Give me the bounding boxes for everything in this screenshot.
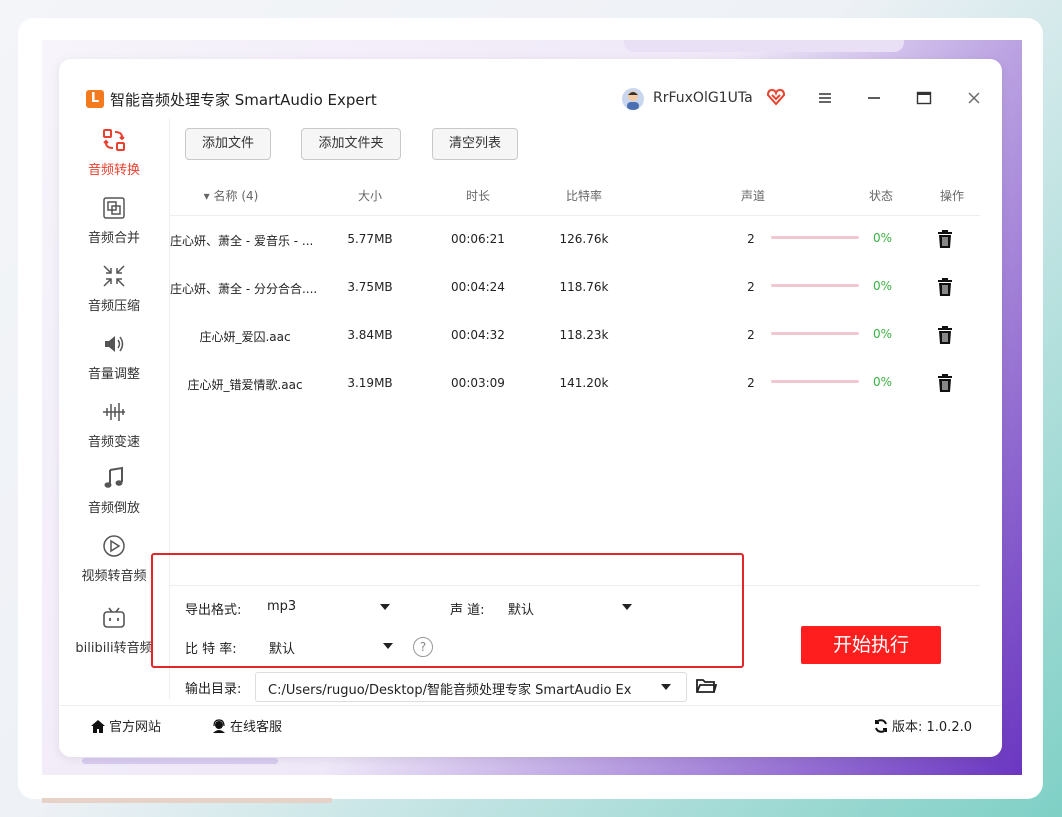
sidebar-item-audio-compress[interactable]: 音频压缩 [59,263,169,327]
file-duration: 00:04:32 [451,328,505,342]
file-name: 庄心妍_爱囚.aac [199,330,291,344]
refresh-icon [875,719,887,733]
bilibili-icon [103,607,125,628]
official-website-label: 官方网站 [109,720,162,735]
start-button[interactable]: 开始执行 [801,626,941,664]
sidebar-item-audio-reverse[interactable]: 音频倒放 [59,465,169,529]
background-decoration-bar [42,798,332,803]
close-icon[interactable] [965,89,983,107]
minimize-icon[interactable] [865,89,883,107]
file-duration: 00:03:09 [451,376,505,390]
sidebar-item-audio-convert[interactable]: 音频转换 [59,127,169,191]
sidebar-item-label: 音频变速 [87,435,140,450]
compress-icon [103,265,125,287]
chevron-down-icon[interactable] [661,684,671,690]
column-header-action: 操作 [939,189,964,203]
sidebar-item-label: 音量调整 [87,367,140,382]
home-icon [91,720,105,733]
trash-icon[interactable] [936,229,954,249]
file-name: 庄心妍_错爱情歌.aac [187,378,303,392]
add-folder-button[interactable]: 添加文件夹 [301,128,401,160]
file-channel: 2 [747,232,755,246]
table-row[interactable]: 庄心妍、萧全 - 爱音乐 - ... 5.77MB 00:06:21 126.7… [170,216,980,264]
output-path[interactable]: C:/Users/ruguo/Desktop/智能音频处理专家 SmartAud… [268,679,648,698]
column-header-bitrate: 比特率 [565,189,602,203]
clear-list-button[interactable]: 清空列表 [432,128,518,160]
version-info[interactable]: 版本: 1.0.2.0 [873,716,972,735]
file-bitrate: 141.20k [559,376,609,390]
trash-icon[interactable] [936,277,954,297]
folder-icon[interactable] [695,676,717,696]
app-title: 智能音频处理专家 SmartAudio Expert [110,91,377,109]
sidebar-item-audio-merge[interactable]: 音频合并 [59,195,169,259]
progress-percent: 0% [873,327,893,341]
avatar[interactable] [622,88,644,110]
column-header-duration: 时长 [465,189,490,203]
volume-icon [105,336,124,352]
app-logo: L [86,90,104,108]
video-to-audio-icon [103,535,125,557]
table-row[interactable]: 庄心妍、萧全 - 分分合合.... 3.75MB 00:04:24 118.76… [170,264,980,312]
progress-bar [771,284,859,287]
reverse-icon [104,466,123,488]
file-channel: 2 [747,328,755,342]
vip-heart-icon[interactable] [766,87,786,107]
menu-icon[interactable] [816,89,834,107]
sidebar-item-label: 音频倒放 [87,501,140,516]
trash-icon[interactable] [936,325,954,345]
highlight-box [151,553,744,668]
merge-icon [103,197,125,219]
convert-icon [103,129,125,151]
column-header-size: 大小 [357,189,382,203]
progress-percent: 0% [873,279,893,293]
trash-icon[interactable] [936,373,954,393]
file-channel: 2 [747,280,755,294]
sidebar-item-label: 音频合并 [87,231,140,246]
maximize-icon[interactable] [915,89,933,107]
table-row[interactable]: 庄心妍_错爱情歌.aac 3.19MB 00:03:09 141.20k 2 0… [170,360,980,408]
version-label: 版本: 1.0.2.0 [892,720,972,735]
progress-percent: 0% [873,231,893,245]
table-row[interactable]: 庄心妍_爱囚.aac 3.84MB 00:04:32 118.23k 2 0% [170,312,980,360]
background-decoration [624,40,904,52]
output-label: 输出目录: [185,682,242,697]
file-size: 5.77MB [347,232,393,246]
output-path-select[interactable]: C:/Users/ruguo/Desktop/智能音频处理专家 SmartAud… [255,672,687,702]
file-bitrate: 118.76k [559,280,609,294]
footer: 官方网站 在线客服 版本: 1.0.2.0 [59,705,1002,746]
add-file-button[interactable]: 添加文件 [185,128,271,160]
file-bitrate: 126.76k [559,232,609,246]
background-decoration-bar [82,758,278,764]
sidebar-item-volume-adjust[interactable]: 音量调整 [59,331,169,395]
user-name[interactable]: RrFuxOlG1UTa [653,90,753,106]
support-agent-icon [213,719,225,733]
sidebar-item-label: 音频压缩 [87,299,140,314]
file-size: 3.75MB [347,280,393,294]
speed-icon [103,403,125,421]
column-header-channel-text: 声道 [740,189,765,203]
sidebar-item-label: 音频转换 [87,163,140,178]
file-size: 3.84MB [347,328,393,342]
file-name: 庄心妍、萧全 - 爱音乐 - ... [170,234,314,248]
file-name: 庄心妍、萧全 - 分分合合.... [170,282,318,296]
progress-bar [771,236,859,239]
file-size: 3.19MB [347,376,393,390]
official-website-link[interactable]: 官方网站 [90,716,161,735]
online-support-label: 在线客服 [230,720,283,735]
file-bitrate: 118.23k [559,328,609,342]
column-header-status: 状态 [868,189,893,203]
title-bar: L 智能音频处理专家 SmartAudio Expert RrFuxOlG1UT… [59,59,1002,119]
file-duration: 00:06:21 [451,232,505,246]
progress-bar [771,332,859,335]
sidebar-item-audio-speed[interactable]: 音频变速 [59,399,169,463]
file-duration: 00:04:24 [451,280,505,294]
file-channel: 2 [747,376,755,390]
online-support-link[interactable]: 在线客服 [211,716,282,735]
progress-percent: 0% [873,375,893,389]
column-header-name[interactable]: ▾ 名称 (4) [170,187,292,204]
table-header: ▾ 名称 (4) 大小 时长 比特率 声道 状态 操作 [170,175,980,216]
progress-bar [771,380,859,383]
